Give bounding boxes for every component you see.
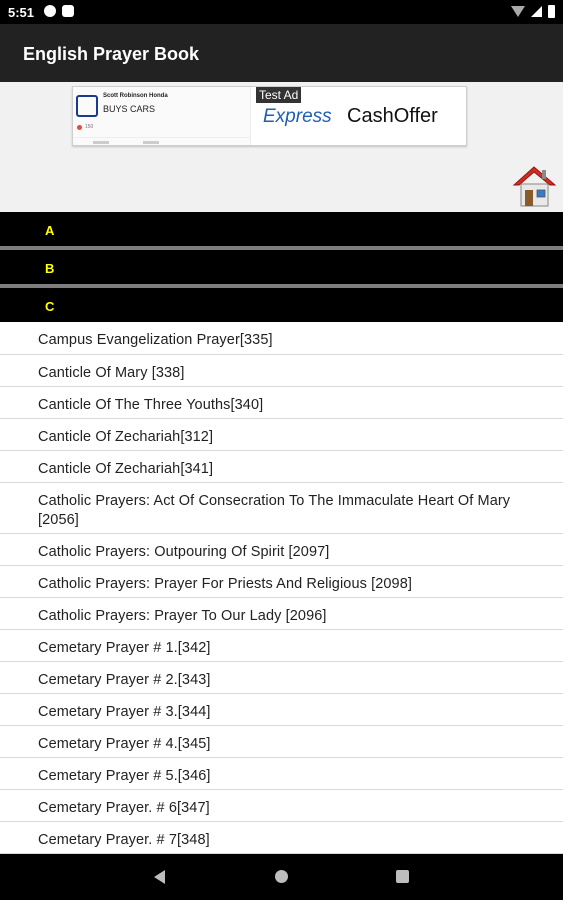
list-item[interactable]: Catholic Prayers: Prayer To Our Lady [20… bbox=[0, 598, 563, 630]
ad-dealer-name: Scott Robinson Honda bbox=[103, 93, 168, 99]
prayer-list: Campus Evangelization Prayer[335] Cantic… bbox=[0, 322, 563, 854]
list-item-label: Cemetary Prayer # 4.[345] bbox=[38, 736, 211, 752]
list-item-label: Canticle Of Zechariah[312] bbox=[38, 429, 214, 445]
list-item-label: Canticle Of The Three Youths[340] bbox=[38, 397, 264, 413]
home-button[interactable] bbox=[512, 165, 557, 209]
honda-logo-icon bbox=[76, 95, 98, 117]
back-icon[interactable] bbox=[154, 870, 165, 884]
list-item[interactable]: Catholic Prayers: Act Of Consecration To… bbox=[0, 483, 563, 534]
list-item[interactable]: Canticle Of Mary [338] bbox=[0, 355, 563, 387]
list-item[interactable]: Campus Evangelization Prayer[335] bbox=[0, 322, 563, 355]
reaction-icon bbox=[77, 125, 82, 130]
home-circle-icon[interactable] bbox=[275, 870, 288, 883]
status-bar: 5:51 bbox=[0, 0, 563, 24]
list-item-label: Cemetary Prayer # 1.[342] bbox=[38, 640, 211, 656]
section-header-b[interactable]: B bbox=[0, 250, 563, 284]
section-letter: A bbox=[45, 223, 55, 238]
list-item[interactable]: Cemetary Prayer # 2.[343] bbox=[0, 662, 563, 694]
battery-icon bbox=[548, 5, 555, 18]
list-item[interactable]: Canticle Of Zechariah[341] bbox=[0, 451, 563, 483]
section-letter: C bbox=[45, 299, 55, 314]
share-placeholder-icon bbox=[143, 141, 159, 144]
list-item[interactable]: Catholic Prayers: Outpouring Of Spirit [… bbox=[0, 534, 563, 566]
list-item[interactable]: Cemetary Prayer. # 7[348] bbox=[0, 822, 563, 854]
list-item-label: Cemetary Prayer # 5.[346] bbox=[38, 768, 211, 784]
status-icons-left bbox=[44, 5, 74, 17]
list-item[interactable]: Cemetary Prayer # 5.[346] bbox=[0, 758, 563, 790]
status-icons-right bbox=[511, 5, 555, 18]
list-item[interactable]: Cemetary Prayer # 3.[344] bbox=[0, 694, 563, 726]
ad-headline: BUYS CARS bbox=[103, 104, 156, 114]
list-item-label: Cemetary Prayer. # 7[348] bbox=[38, 832, 210, 848]
list-item-label: Campus Evangelization Prayer[335] bbox=[38, 332, 273, 348]
list-item-label: Cemetary Prayer. # 6[347] bbox=[38, 800, 210, 816]
list-item-label: Catholic Prayers: Outpouring Of Spirit [… bbox=[38, 544, 330, 560]
list-item[interactable]: Canticle Of Zechariah[312] bbox=[0, 419, 563, 451]
list-item[interactable]: Cemetary Prayer # 1.[342] bbox=[0, 630, 563, 662]
home-icon bbox=[512, 166, 557, 207]
list-item[interactable]: Catholic Prayers: Prayer For Priests And… bbox=[0, 566, 563, 598]
list-item-label: Cemetary Prayer # 3.[344] bbox=[38, 704, 211, 720]
section-header-c[interactable]: C bbox=[0, 288, 563, 322]
app-title: English Prayer Book bbox=[23, 44, 200, 64]
ad-reaction-count: 150 bbox=[85, 124, 94, 130]
list-item[interactable]: Cemetary Prayer. # 6[347] bbox=[0, 790, 563, 822]
test-ad-badge: Test Ad bbox=[256, 87, 302, 103]
status-time: 5:51 bbox=[8, 5, 35, 20]
list-item-label: Catholic Prayers: Prayer To Our Lady [20… bbox=[38, 608, 327, 624]
list-item-label: Catholic Prayers: Prayer For Priests And… bbox=[38, 576, 412, 592]
sd-card-icon bbox=[62, 5, 74, 17]
ad-banner[interactable]: Scott Robinson Honda BUYS CARS 150 Test … bbox=[72, 86, 467, 146]
ad-brand-express: Express bbox=[263, 106, 332, 127]
ad-area: Scott Robinson Honda BUYS CARS 150 Test … bbox=[0, 82, 563, 212]
app-bar: English Prayer Book bbox=[0, 24, 563, 82]
recents-icon[interactable] bbox=[396, 870, 409, 883]
section-header-a[interactable]: A bbox=[0, 212, 563, 246]
list-item-label: Canticle Of Mary [338] bbox=[38, 365, 185, 381]
list-item[interactable]: Cemetary Prayer # 4.[345] bbox=[0, 726, 563, 758]
wifi-icon bbox=[511, 6, 525, 17]
nav-bar bbox=[0, 854, 563, 900]
notification-p-icon bbox=[44, 5, 56, 17]
list-item[interactable]: Canticle Of The Three Youths[340] bbox=[0, 387, 563, 419]
section-letter: B bbox=[45, 261, 55, 276]
ad-brand-cashoffer: CashOffer bbox=[347, 105, 438, 127]
list-item-label: Catholic Prayers: Act Of Consecration To… bbox=[38, 493, 511, 528]
list-item-label: Cemetary Prayer # 2.[343] bbox=[38, 672, 211, 688]
ad-preview-footer bbox=[73, 137, 251, 145]
signal-icon bbox=[531, 6, 542, 17]
ad-preview: Scott Robinson Honda BUYS CARS 150 bbox=[73, 87, 251, 145]
comment-placeholder-icon bbox=[93, 141, 109, 144]
list-item-label: Canticle Of Zechariah[341] bbox=[38, 461, 214, 477]
